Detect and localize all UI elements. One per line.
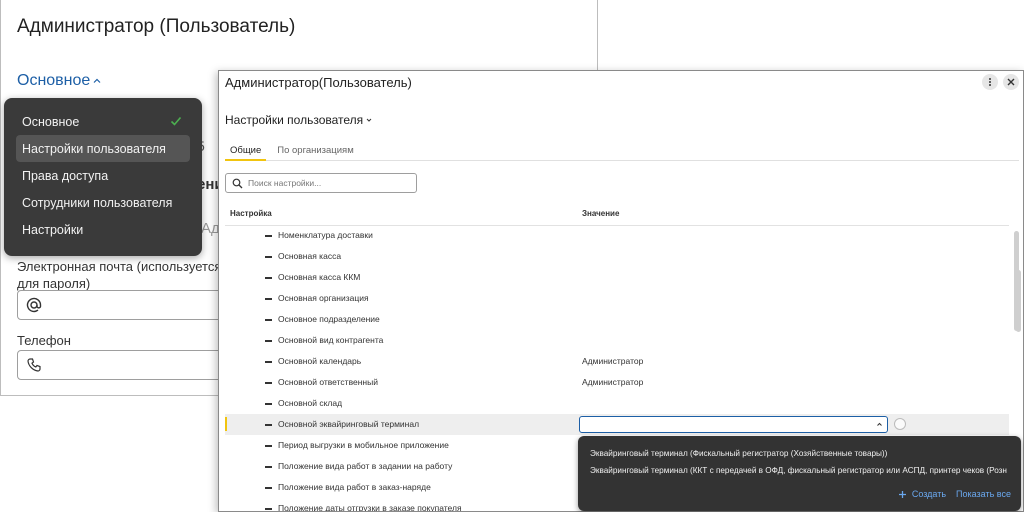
- search-icon: [232, 178, 243, 188]
- tree-dash: [265, 487, 272, 489]
- table-row[interactable]: Основной вид контрагента: [225, 330, 1009, 351]
- menu-item-user-employees[interactable]: Сотрудники пользователя: [16, 189, 190, 216]
- menu-item-user-settings[interactable]: Настройки пользователя: [16, 135, 190, 162]
- settings-search[interactable]: [225, 173, 417, 193]
- settings-table-header: Настройка Значение: [225, 204, 1009, 226]
- more-options-button[interactable]: [982, 74, 998, 90]
- search-input[interactable]: [248, 178, 408, 188]
- tree-dash: [265, 340, 272, 342]
- section-switcher[interactable]: Основное: [17, 72, 101, 90]
- column-header-setting[interactable]: Настройка: [230, 209, 272, 218]
- menu-item-access-rights[interactable]: Права доступа: [16, 162, 190, 189]
- choice-option[interactable]: Эквайринговый терминал (ККТ с передачей …: [590, 466, 1007, 475]
- tab-general[interactable]: Общие: [225, 143, 267, 161]
- tree-dash: [265, 424, 272, 426]
- menu-item-label: Основное: [22, 114, 80, 129]
- create-button[interactable]: Создать: [898, 489, 946, 499]
- clear-value-button[interactable]: [894, 418, 906, 430]
- setting-name: Положение вида работ в заказ-наряде: [278, 482, 431, 492]
- tree-dash: [265, 508, 272, 510]
- setting-name: Номенклатура доставки: [278, 230, 373, 240]
- more-vertical-icon: [989, 78, 991, 86]
- menu-item-label: Сотрудники пользователя: [22, 195, 173, 210]
- menu-item-main[interactable]: Основное: [16, 108, 190, 135]
- setting-name: Основной эквайринговый терминал: [278, 419, 420, 429]
- chevron-up-icon[interactable]: [876, 421, 883, 428]
- obscured-placeholder: Ад: [201, 220, 220, 237]
- setting-name: Основная организация: [278, 293, 369, 303]
- tree-dash: [265, 466, 272, 468]
- table-row[interactable]: Основная организация: [225, 288, 1009, 309]
- settings-tabs: Общие По организациям: [225, 143, 1019, 161]
- chevron-down-icon: [366, 118, 372, 122]
- email-field-label: Электронная почта (используется для паро…: [17, 259, 222, 291]
- table-row[interactable]: Основной склад: [225, 393, 1009, 414]
- section-menu: Основное Настройки пользователя Права до…: [4, 98, 202, 256]
- setting-name: Положение вида работ в задании на работу: [278, 461, 453, 471]
- phone-field-label: Телефон: [17, 333, 71, 348]
- setting-value: Администратор: [582, 377, 644, 387]
- choice-option[interactable]: Эквайринговый терминал (Фискальный регис…: [590, 449, 887, 458]
- tree-dash: [265, 382, 272, 384]
- close-icon: [1007, 78, 1015, 86]
- tab-by-organizations[interactable]: По организациям: [272, 143, 358, 161]
- table-row[interactable]: Основной ответственный Администратор: [225, 372, 1009, 393]
- tree-dash: [265, 361, 272, 363]
- tree-dash: [265, 445, 272, 447]
- back-window-title: Администратор (Пользователь): [17, 16, 296, 37]
- setting-name: Основная касса ККМ: [278, 272, 361, 282]
- setting-name: Основной склад: [278, 398, 343, 408]
- table-row-selected[interactable]: Основной эквайринговый терминал: [225, 414, 1009, 435]
- setting-name: Положение даты отгрузки в заказе покупат…: [278, 503, 462, 512]
- setting-name: Основная касса: [278, 251, 342, 261]
- phone-field[interactable]: [17, 350, 227, 380]
- table-row[interactable]: Основной календарь Администратор: [225, 351, 1009, 372]
- setting-value: Администратор: [582, 356, 644, 366]
- plus-icon: [898, 490, 906, 498]
- current-row-marker: [225, 417, 227, 431]
- setting-name: Основной ответственный: [278, 377, 378, 387]
- tree-dash: [265, 277, 272, 279]
- show-all-button[interactable]: Показать все: [956, 489, 1011, 499]
- window-title: Администратор(Пользователь): [225, 75, 412, 90]
- email-field[interactable]: [17, 290, 227, 320]
- tree-dash: [265, 319, 272, 321]
- setting-name: Основной календарь: [278, 356, 362, 366]
- table-row[interactable]: Основная касса: [225, 246, 1009, 267]
- table-row[interactable]: Номенклатура доставки: [225, 226, 1009, 246]
- check-icon: [170, 116, 182, 126]
- settings-mode-switcher[interactable]: Настройки пользователя: [225, 113, 373, 127]
- value-edit-field[interactable]: [579, 416, 888, 433]
- menu-item-label: Настройки: [22, 222, 84, 237]
- tree-dash: [265, 235, 272, 237]
- section-switcher-label: Основное: [17, 72, 91, 89]
- at-sign-icon: [26, 297, 42, 313]
- setting-name: Период выгрузки в мобильное приложение: [278, 440, 449, 450]
- column-header-value[interactable]: Значение: [582, 209, 619, 218]
- setting-name: Основной вид контрагента: [278, 335, 384, 345]
- phone-icon: [27, 358, 41, 372]
- create-label: Создать: [911, 489, 947, 499]
- value-choice-popup: Эквайринговый терминал (Фискальный регис…: [578, 436, 1021, 511]
- table-row[interactable]: Основное подразделение: [225, 309, 1009, 330]
- tree-dash: [265, 298, 272, 300]
- screen: Администратор (Пользователь) Основное 5 …: [0, 0, 1024, 512]
- tree-dash: [265, 403, 272, 405]
- chevron-up-icon: [93, 78, 101, 83]
- menu-item-settings[interactable]: Настройки: [16, 216, 190, 243]
- table-row[interactable]: Основная касса ККМ: [225, 267, 1009, 288]
- menu-item-label: Права доступа: [22, 168, 109, 183]
- tree-dash: [265, 256, 272, 258]
- popup-actions: Создать Показать все: [898, 489, 1011, 499]
- page-scrollbar[interactable]: [1016, 270, 1021, 332]
- close-button[interactable]: [1003, 74, 1019, 90]
- settings-mode-label: Настройки пользователя: [225, 113, 364, 127]
- setting-name: Основное подразделение: [278, 314, 380, 324]
- menu-item-label: Настройки пользователя: [22, 141, 166, 156]
